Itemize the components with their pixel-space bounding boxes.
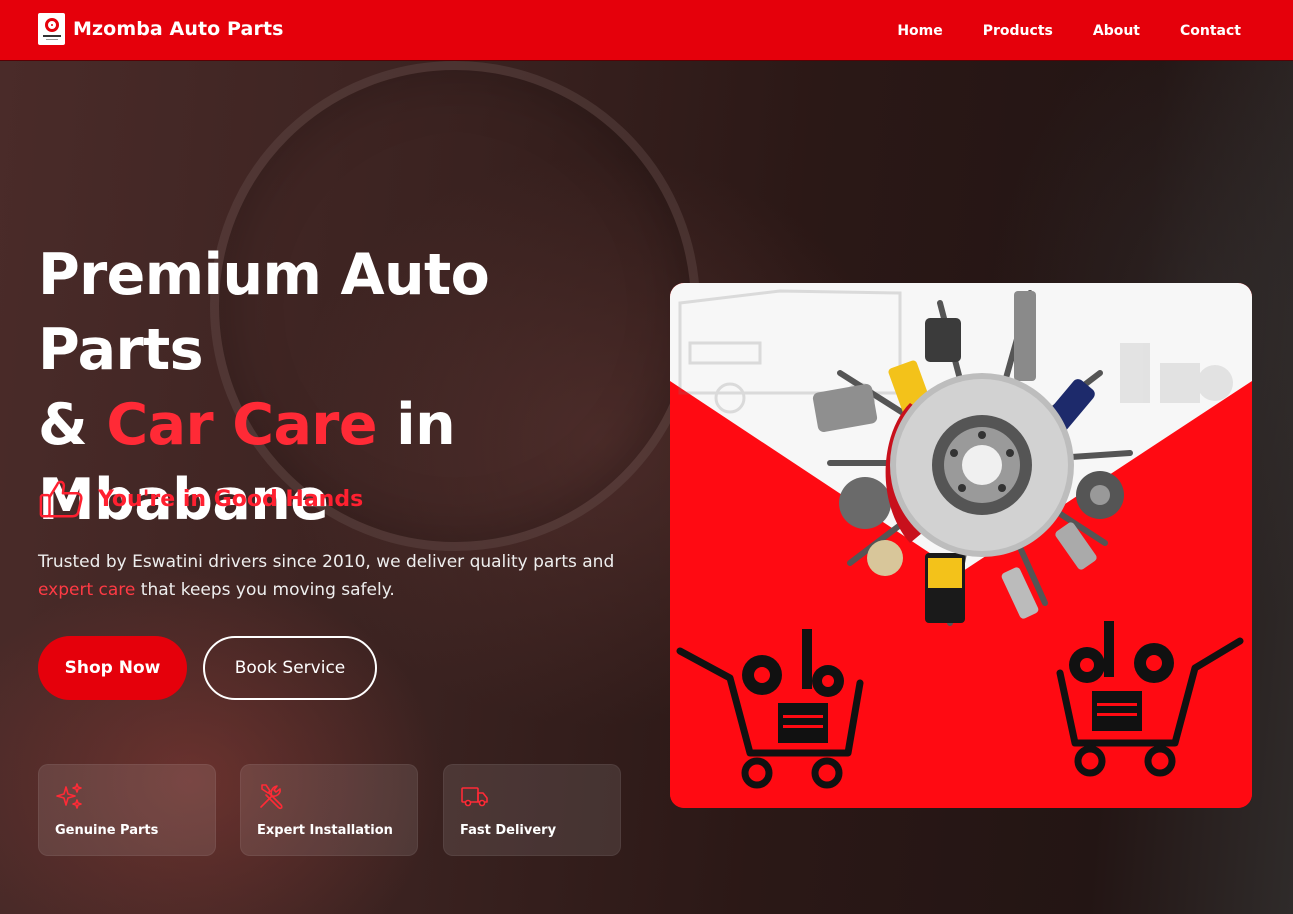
- nav-products[interactable]: Products: [983, 23, 1053, 39]
- hero-desc-accent: expert care: [38, 580, 136, 600]
- feature-card-expert-installation: Expert Installation: [240, 764, 418, 856]
- feature-label: Genuine Parts: [55, 823, 159, 838]
- feature-card-fast-delivery: Fast Delivery: [443, 764, 621, 856]
- tagline: You're in Good Hands: [38, 477, 363, 521]
- nav-home[interactable]: Home: [897, 23, 942, 39]
- hero-title-accent: Car Care: [106, 392, 377, 458]
- brand-logo-icon: [38, 13, 65, 45]
- brand[interactable]: Mzomba Auto Parts: [38, 13, 284, 45]
- tagline-text: You're in Good Hands: [98, 486, 364, 512]
- feature-label: Fast Delivery: [460, 823, 557, 838]
- hero-title-amp: &: [38, 392, 88, 458]
- hero-desc-part2: that keeps you moving safely.: [140, 580, 395, 600]
- nav-about[interactable]: About: [1093, 23, 1140, 39]
- navbar: Mzomba Auto Parts Home Products About Co…: [0, 0, 1293, 61]
- hero-title-in: in: [396, 392, 456, 458]
- nav-links: Home Products About Contact: [897, 0, 1241, 61]
- hero-desc-part1: Trusted by Eswatini drivers since 2010, …: [38, 552, 615, 572]
- hero-title-line1: Premium Auto Parts: [38, 242, 490, 383]
- nav-contact[interactable]: Contact: [1180, 23, 1241, 39]
- thumbs-up-icon: [39, 480, 83, 518]
- truck-icon: [461, 787, 488, 807]
- brand-name: Mzomba Auto Parts: [73, 18, 284, 40]
- sparkles-icon: [56, 783, 82, 809]
- auto-parts-hero-image: [670, 283, 1252, 808]
- wrench-screwdriver-icon: [260, 784, 283, 810]
- shop-now-button[interactable]: Shop Now: [38, 636, 187, 700]
- book-service-button[interactable]: Book Service: [203, 636, 377, 700]
- hero-description: Trusted by Eswatini drivers since 2010, …: [38, 548, 638, 604]
- feature-label: Expert Installation: [257, 823, 393, 838]
- feature-card-genuine-parts: Genuine Parts: [38, 764, 216, 856]
